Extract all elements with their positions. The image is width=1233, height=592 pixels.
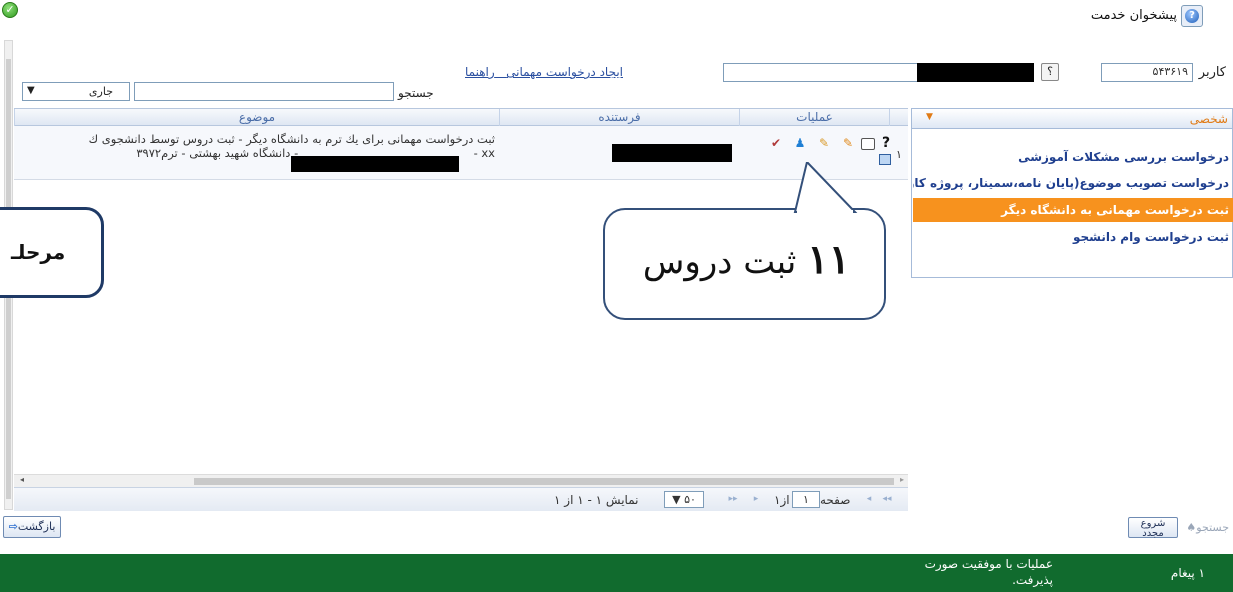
page-of-label: از۱ — [774, 493, 790, 507]
row-index: ۱ — [896, 148, 902, 161]
restart-label-2: مجدد — [1142, 528, 1164, 539]
step-callout-text: ۱۱ ثبت دروس — [605, 236, 888, 283]
row-subject-line2-post: - دانشگاه شهید بهشتی - ترم۳۹۷۲ — [136, 146, 299, 160]
stage-callout-text: مرحلـ — [11, 240, 66, 264]
display-range: نمایش ۱ - ۱ از ۱ — [554, 493, 639, 507]
step-number: ۱۱ — [807, 236, 851, 283]
collapse-arrow-icon[interactable]: ▼ — [926, 112, 933, 122]
grid-header: موضوع فرستنده عملیات — [14, 108, 908, 126]
restart-button[interactable]: شروع مجدد — [1128, 517, 1178, 539]
edit-pencil-icon[interactable]: ✎ — [841, 136, 855, 150]
back-button[interactable]: بازگشت⇨ — [3, 516, 61, 538]
check-circle-icon: ✓ — [2, 2, 18, 18]
status-select[interactable]: ▼ جاری — [22, 82, 130, 101]
step-label: ثبت دروس — [642, 242, 797, 282]
status-message: عملیات با موفقیت صورت پذیرفت. — [924, 557, 1053, 587]
message-count[interactable]: ۱ پیغام — [1171, 566, 1205, 580]
back-button-label: بازگشت — [17, 520, 56, 533]
user-label: کاربر — [1198, 65, 1226, 80]
redacted-block — [291, 156, 459, 172]
user-code-input[interactable]: ۵۴۳۶۱۹ — [1101, 63, 1193, 82]
create-guest-request-link[interactable]: ایجاد درخواست مهمانی — [506, 65, 623, 79]
prev-page-icon[interactable]: ◂ — [862, 492, 876, 506]
users-icon[interactable]: ♟ — [793, 136, 807, 150]
back-arrow-icon: ⇨ — [8, 520, 18, 533]
scroll-right-icon[interactable]: ▸ — [900, 475, 904, 484]
column-operations[interactable]: عملیات — [739, 109, 889, 126]
step-callout: ۱۱ ثبت دروس — [603, 162, 888, 320]
page-size-select[interactable]: ▼ ۵۰ — [664, 491, 704, 508]
pager: ◂◂ ◂ صفحه ۱ از۱ ▸ ▸▸ ▼ ۵۰ نمایش ۱ - ۱ از… — [14, 487, 908, 511]
search-button-label: جستجو — [1196, 521, 1229, 534]
sidebar-item-student-loan[interactable]: ثبت درخواست وام دانشجو — [913, 226, 1233, 248]
sidebar-header[interactable]: شخصی ▼ — [912, 109, 1232, 129]
horizontal-scrollbar[interactable]: ◂ ▸ — [14, 474, 908, 487]
document-icon[interactable] — [861, 138, 875, 150]
register-courses-pencil-icon[interactable]: ✎ — [817, 136, 831, 150]
page-number-input[interactable]: ۱ — [792, 491, 820, 508]
status-bar: ۱ پیغام عملیات با موفقیت صورت پذیرفت. — [0, 554, 1233, 592]
redacted-sender — [612, 144, 732, 162]
approve-check-icon[interactable]: ✔ — [769, 136, 783, 150]
status-select-value: جاری — [88, 85, 113, 98]
dropdown-arrow-icon: ▼ — [672, 493, 681, 506]
scroll-thumb[interactable] — [194, 478, 894, 485]
sidebar-item-guest-request[interactable]: ثبت درخواست مهمانی به دانشگاه دیگر — [913, 198, 1233, 222]
column-index — [889, 109, 908, 126]
column-subject[interactable]: موضوع — [14, 109, 499, 126]
stage-callout: مرحلـ — [0, 207, 104, 298]
sidebar-title: شخصی — [1189, 112, 1228, 126]
help-link[interactable]: راهنما — [465, 65, 495, 79]
page-size-value: ۵۰ — [684, 493, 696, 506]
search-button[interactable]: جستجو♠ — [1183, 518, 1229, 538]
search-label: جستجو — [398, 86, 434, 100]
redacted-block — [917, 63, 1034, 82]
sidebar-item-education-issues[interactable]: درخواست بررسی مشكلات آموزشی — [913, 146, 1233, 168]
dropdown-arrow-icon: ▼ — [27, 85, 35, 96]
row-subject-line2-pre: xx - — [473, 146, 495, 160]
service-title: پیشخوان خدمت — [1090, 8, 1177, 23]
header-links: ایجاد درخواست مهمانی راهنما — [465, 65, 623, 79]
sidebar-item-thesis-topic[interactable]: درخواست تصویب موضوع(پایان نامه،سمینار، پ… — [913, 172, 1233, 194]
column-sender[interactable]: فرستنده — [499, 109, 739, 126]
first-page-icon[interactable]: ◂◂ — [880, 492, 894, 506]
page-label: صفحه — [820, 493, 851, 507]
callout-pointer — [793, 162, 858, 214]
user-lookup-button[interactable]: ؟ — [1041, 63, 1059, 81]
row-subject-line1: ثبت درخواست مهمانی برای یك ترم به دانشگا… — [88, 132, 495, 146]
scroll-left-icon[interactable]: ◂ — [20, 475, 24, 484]
question-circle-icon[interactable]: ? — [1181, 5, 1203, 27]
binoculars-icon: ♠ — [1186, 521, 1197, 534]
next-page-icon[interactable]: ▸ — [749, 492, 763, 506]
search-input[interactable] — [134, 82, 394, 101]
last-page-icon[interactable]: ▸▸ — [726, 492, 740, 506]
